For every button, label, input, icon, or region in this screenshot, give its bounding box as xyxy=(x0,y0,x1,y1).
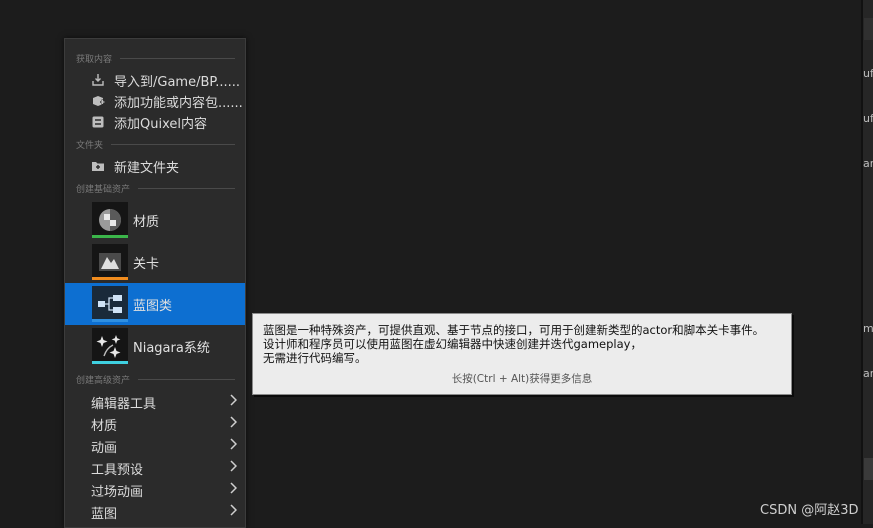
quixel-icon xyxy=(91,115,105,129)
asset-item-label: 材质 xyxy=(133,214,160,230)
asset-item-label: 蓝图类 xyxy=(133,298,173,314)
section-label: 获取内容 xyxy=(76,54,113,65)
menu-item-label: 添加功能或内容包...... xyxy=(114,95,243,111)
chevron-right-icon xyxy=(229,394,238,410)
submenu-label: 动画 xyxy=(91,440,118,456)
import-icon xyxy=(91,73,105,87)
background-text-fragment: uf xyxy=(863,67,873,80)
asset-color-stripe xyxy=(92,235,128,238)
tooltip-line: 设计师和程序员可以使用蓝图在虚幻编辑器中快速创建并迭代gameplay， xyxy=(263,337,642,351)
menu-item-import[interactable]: 导入到/Game/BP...... xyxy=(65,70,245,90)
divider xyxy=(138,378,235,380)
chevron-right-icon xyxy=(229,460,238,476)
divider xyxy=(138,187,235,189)
submenu-tool-presets[interactable]: 工具预设 xyxy=(65,457,245,479)
submenu-label: 编辑器工具 xyxy=(91,396,157,412)
submenu-label: 材质 xyxy=(91,418,118,434)
asset-item-level[interactable]: 关卡 xyxy=(65,241,245,283)
section-header-get-content: 获取内容 xyxy=(76,52,235,65)
asset-color-stripe xyxy=(92,319,128,322)
chevron-right-icon xyxy=(229,504,238,520)
menu-item-label: 新建文件夹 xyxy=(114,160,180,176)
background-text-fragment: uf xyxy=(863,112,873,125)
new-folder-icon xyxy=(91,159,105,173)
menu-item-new-folder[interactable]: 新建文件夹 xyxy=(65,156,245,176)
asset-item-label: 关卡 xyxy=(133,256,160,272)
tooltip-hint: 长按(Ctrl + Alt)获得更多信息 xyxy=(451,373,593,385)
background-text-fragment: ar xyxy=(863,367,873,380)
section-label: 创建高级资产 xyxy=(76,375,131,386)
section-label: 文件夹 xyxy=(76,140,104,151)
section-label: 创建基础资产 xyxy=(76,184,131,195)
blueprint-icon xyxy=(92,286,128,322)
section-header-folder: 文件夹 xyxy=(76,138,235,151)
menu-item-add-feature-pack[interactable]: 添加功能或内容包...... xyxy=(65,91,245,111)
menu-item-label: 添加Quixel内容 xyxy=(114,116,207,132)
submenu-label: 过场动画 xyxy=(91,484,144,500)
chevron-right-icon xyxy=(229,416,238,432)
submenu-materials[interactable]: 材质 xyxy=(65,413,245,435)
feature-pack-icon xyxy=(91,94,105,108)
background-text-fragment: m xyxy=(863,322,873,335)
watermark: CSDN @阿赵3D xyxy=(760,503,859,518)
submenu-blueprints[interactable]: 蓝图 xyxy=(65,501,245,523)
asset-item-material[interactable]: 材质 xyxy=(65,199,245,241)
content-browser-context-menu: 获取内容 导入到/Game/BP...... 添加功能或内容包...... 添加… xyxy=(64,38,246,528)
asset-color-stripe xyxy=(92,361,128,364)
background-panel-header xyxy=(864,18,873,40)
section-header-create-basic: 创建基础资产 xyxy=(76,182,235,195)
niagara-icon xyxy=(92,328,128,364)
chevron-right-icon xyxy=(229,482,238,498)
asset-item-label: Niagara系统 xyxy=(133,340,210,356)
menu-item-label: 导入到/Game/BP...... xyxy=(114,74,240,90)
divider xyxy=(111,143,235,145)
chevron-right-icon xyxy=(229,438,238,454)
blueprint-class-tooltip: 蓝图是一种特殊资产，可提供直观、基于节点的接口，可用于创建新类型的actor和脚… xyxy=(252,313,792,395)
submenu-label: 蓝图 xyxy=(91,506,118,522)
submenu-cinematics[interactable]: 过场动画 xyxy=(65,479,245,501)
submenu-animation[interactable]: 动画 xyxy=(65,435,245,457)
background-scroll-bar xyxy=(864,458,873,480)
background-text-fragment: ar xyxy=(863,157,873,170)
divider xyxy=(120,57,235,59)
tooltip-line: 无需进行代码编写。 xyxy=(263,351,367,365)
submenu-label: 工具预设 xyxy=(91,462,144,478)
asset-item-blueprint-class[interactable]: 蓝图类 xyxy=(65,283,245,325)
submenu-editor-tools[interactable]: 编辑器工具 xyxy=(65,391,245,413)
asset-color-stripe xyxy=(92,277,128,280)
tooltip-line: 蓝图是一种特殊资产，可提供直观、基于节点的接口，可用于创建新类型的actor和脚… xyxy=(263,323,765,337)
level-icon xyxy=(92,244,128,280)
material-icon xyxy=(92,202,128,238)
section-header-create-advanced: 创建高级资产 xyxy=(76,373,235,386)
asset-item-niagara-system[interactable]: Niagara系统 xyxy=(65,325,245,367)
menu-item-add-quixel[interactable]: 添加Quixel内容 xyxy=(65,112,245,132)
